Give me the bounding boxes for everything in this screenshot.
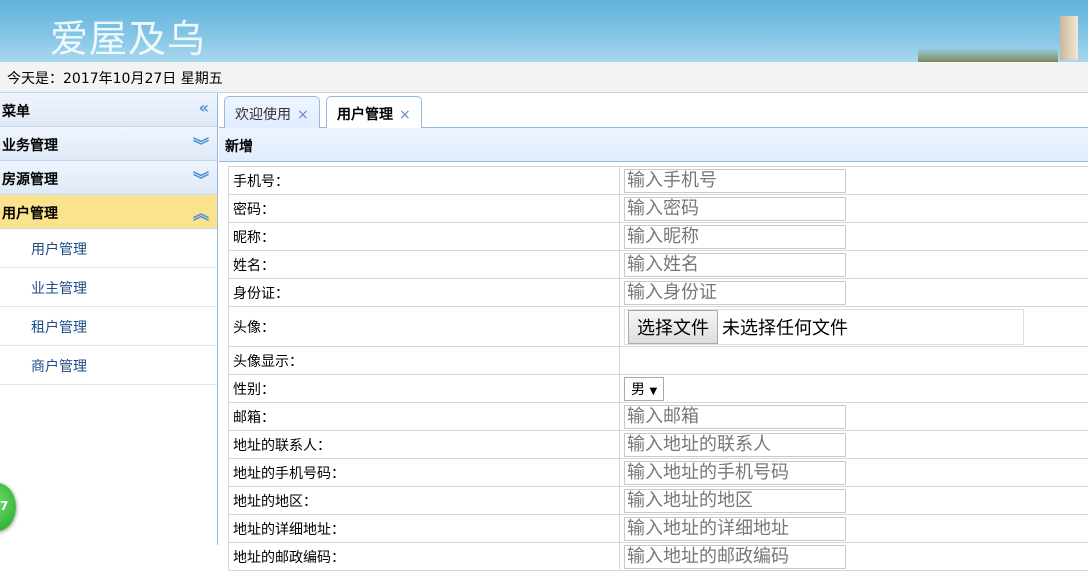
form-row: 地址的邮政编码：输入地址的邮政编码 [229, 543, 1088, 571]
form-row: 密码：输入密码 [229, 195, 1088, 223]
form-label: 头像显示： [229, 347, 620, 375]
form-label: 地址的手机号码： [229, 459, 620, 487]
text-input[interactable]: 输入地址的地区 [624, 489, 846, 513]
avatar-file-input[interactable]: 选择文件未选择任何文件 [624, 309, 1024, 345]
text-input[interactable]: 输入昵称 [624, 225, 846, 249]
form-row: 邮箱：输入邮箱 [229, 403, 1088, 431]
form-row: 地址的手机号码：输入地址的手机号码 [229, 459, 1088, 487]
panel-title: 新增 [219, 128, 1088, 162]
tab-welcome[interactable]: 欢迎使用 × [224, 96, 320, 128]
sidebar-title: 菜单 [2, 104, 30, 120]
banner-building [1060, 16, 1078, 60]
banner-decoration [918, 48, 1058, 62]
text-input[interactable]: 输入姓名 [624, 253, 846, 277]
form-label: 手机号： [229, 167, 620, 195]
form-label: 邮箱： [229, 403, 620, 431]
form-label: 昵称： [229, 223, 620, 251]
sidebar-header: 菜单 « [0, 93, 217, 127]
form-label: 地址的邮政编码： [229, 543, 620, 571]
date-bar: 今天是：2017年10月27日 星期五 [0, 62, 1088, 93]
gender-value: 男 [631, 382, 645, 398]
sidebar-item-owner-management[interactable]: 业主管理 [0, 268, 217, 307]
form-row: 姓名：输入姓名 [229, 251, 1088, 279]
sidebar-item-user-management[interactable]: 用户管理 [0, 229, 217, 268]
avatar-preview [620, 347, 1088, 375]
form-label: 地址的地区： [229, 487, 620, 515]
tab-label: 欢迎使用 [235, 107, 291, 123]
text-input[interactable]: 输入密码 [624, 197, 846, 221]
gender-select[interactable]: 男 ▼ [624, 377, 664, 401]
sidebar-section-housing[interactable]: 房源管理 ︾ [0, 161, 217, 195]
tab-bar: 欢迎使用 × 用户管理 × [219, 93, 1088, 128]
form-row: 身份证：输入身份证 [229, 279, 1088, 307]
form-label: 性别： [229, 375, 620, 403]
form-row: 地址的地区：输入地址的地区 [229, 487, 1088, 515]
header-banner: 爱屋及乌 [0, 0, 1088, 62]
text-input[interactable]: 输入邮箱 [624, 405, 846, 429]
close-icon[interactable]: × [399, 107, 411, 123]
dropdown-arrow-icon: ▼ [649, 386, 657, 397]
form-row: 地址的联系人：输入地址的联系人 [229, 431, 1088, 459]
sidebar: 菜单 « 业务管理 ︾ 房源管理 ︾ 用户管理 ︽ 用户管理 业主管理 租户管理 商户管… [0, 93, 218, 545]
tab-label: 用户管理 [337, 107, 393, 123]
tab-user-management[interactable]: 用户管理 × [326, 96, 422, 129]
section-label: 房源管理 [2, 172, 58, 188]
form-label: 密码： [229, 195, 620, 223]
form-label: 头像： [229, 307, 620, 347]
text-input[interactable]: 输入地址的详细地址 [624, 517, 846, 541]
text-input[interactable]: 输入地址的联系人 [624, 433, 846, 457]
sidebar-section-users[interactable]: 用户管理 ︽ [0, 195, 217, 229]
floating-badge[interactable]: 7 [0, 483, 16, 531]
form-row: 地址的详细地址：输入地址的详细地址 [229, 515, 1088, 543]
collapse-sidebar-icon[interactable]: « [199, 98, 209, 117]
form-label: 地址的联系人： [229, 431, 620, 459]
user-form: 手机号：输入手机号密码：输入密码昵称：输入昵称姓名：输入姓名身份证：输入身份证 … [228, 166, 1088, 571]
text-input[interactable]: 输入地址的邮政编码 [624, 545, 846, 569]
text-input[interactable]: 输入手机号 [624, 169, 846, 193]
sidebar-section-business[interactable]: 业务管理 ︾ [0, 127, 217, 161]
form-label: 姓名： [229, 251, 620, 279]
section-label: 用户管理 [2, 206, 58, 222]
logo: 爱屋及乌 [50, 8, 206, 63]
chevron-down-icon: ︾ [193, 166, 209, 190]
form-row: 手机号：输入手机号 [229, 167, 1088, 195]
form-label: 地址的详细地址： [229, 515, 620, 543]
form-row: 昵称：输入昵称 [229, 223, 1088, 251]
choose-file-button[interactable]: 选择文件 [628, 310, 718, 344]
text-input[interactable]: 输入地址的手机号码 [624, 461, 846, 485]
sidebar-item-tenant-management[interactable]: 租户管理 [0, 307, 217, 346]
section-label: 业务管理 [2, 138, 58, 154]
sidebar-item-merchant-management[interactable]: 商户管理 [0, 346, 217, 385]
text-input[interactable]: 输入身份证 [624, 281, 846, 305]
form-label: 身份证： [229, 279, 620, 307]
chevron-up-icon: ︽ [193, 200, 209, 224]
close-icon[interactable]: × [297, 107, 309, 123]
chevron-down-icon: ︾ [193, 132, 209, 156]
file-status: 未选择任何文件 [722, 314, 848, 340]
